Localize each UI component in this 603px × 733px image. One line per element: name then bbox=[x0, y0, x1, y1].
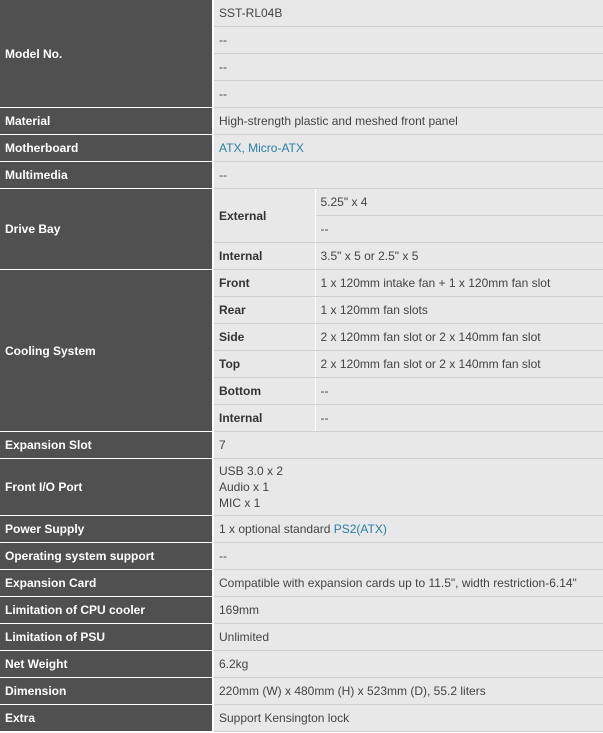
cooling-internal-value: -- bbox=[315, 404, 603, 432]
spec-row-front-io: Front I/O Port USB 3.0 x 2 Audio x 1 MIC… bbox=[0, 458, 603, 516]
model-value: -- bbox=[213, 80, 603, 108]
front-io-label: Front I/O Port bbox=[0, 458, 214, 516]
multimedia-label: Multimedia bbox=[0, 161, 214, 189]
model-label: Model No. bbox=[0, 0, 214, 108]
spec-row-psu-limit: Limitation of PSU Unlimited bbox=[0, 623, 603, 651]
spec-row-extra: Extra Support Kensington lock bbox=[0, 704, 603, 732]
motherboard-label: Motherboard bbox=[0, 134, 214, 162]
material-label: Material bbox=[0, 107, 214, 135]
cooling-top-label: Top bbox=[213, 350, 316, 378]
motherboard-link[interactable]: ATX, Micro-ATX bbox=[219, 141, 304, 155]
expansion-slot-label: Expansion Slot bbox=[0, 431, 214, 459]
spec-row-power-supply: Power Supply 1 x optional standard PS2(A… bbox=[0, 515, 603, 543]
spec-row-cpu-cooler: Limitation of CPU cooler 169mm bbox=[0, 596, 603, 624]
expansion-slot-value: 7 bbox=[213, 431, 603, 459]
os-support-label: Operating system support bbox=[0, 542, 214, 570]
psu-limit-label: Limitation of PSU bbox=[0, 623, 214, 651]
model-value: -- bbox=[213, 53, 603, 81]
psu-limit-value: Unlimited bbox=[213, 623, 603, 651]
os-support-value: -- bbox=[213, 542, 603, 570]
dimension-label: Dimension bbox=[0, 677, 214, 705]
spec-row-os-support: Operating system support -- bbox=[0, 542, 603, 570]
power-supply-value: 1 x optional standard PS2(ATX) bbox=[213, 515, 603, 543]
front-io-line: MIC x 1 bbox=[219, 496, 261, 510]
expansion-card-value: Compatible with expansion cards up to 11… bbox=[213, 569, 603, 597]
spec-row-drive-bay: Drive Bay External 5.25" x 4 bbox=[0, 188, 603, 270]
cooling-side-label: Side bbox=[213, 323, 316, 351]
cooling-side-value: 2 x 120mm fan slot or 2 x 140mm fan slot bbox=[315, 323, 603, 351]
drive-bay-internal-value: 3.5" x 5 or 2.5" x 5 bbox=[315, 242, 603, 270]
spec-row-motherboard: Motherboard ATX, Micro-ATX bbox=[0, 134, 603, 162]
cpu-cooler-label: Limitation of CPU cooler bbox=[0, 596, 214, 624]
net-weight-label: Net Weight bbox=[0, 650, 214, 678]
drive-bay-external-label: External bbox=[213, 188, 316, 243]
model-value: -- bbox=[213, 26, 603, 54]
cpu-cooler-value: 169mm bbox=[213, 596, 603, 624]
spec-row-material: Material High-strength plastic and meshe… bbox=[0, 107, 603, 135]
spec-table: Model No. SST-RL04B -- -- -- Material Hi… bbox=[0, 0, 603, 732]
cooling-front-value: 1 x 120mm intake fan + 1 x 120mm fan slo… bbox=[315, 269, 603, 297]
spec-row-net-weight: Net Weight 6.2kg bbox=[0, 650, 603, 678]
dimension-value: 220mm (W) x 480mm (H) x 523mm (D), 55.2 … bbox=[213, 677, 603, 705]
front-io-line: Audio x 1 bbox=[219, 480, 270, 494]
net-weight-value: 6.2kg bbox=[213, 650, 603, 678]
cooling-front-label: Front bbox=[213, 269, 316, 297]
drive-bay-external-value: -- bbox=[315, 215, 603, 243]
model-value: SST-RL04B bbox=[213, 0, 603, 27]
cooling-rear-label: Rear bbox=[213, 296, 316, 324]
cooling-internal-label: Internal bbox=[213, 404, 316, 432]
extra-value: Support Kensington lock bbox=[213, 704, 603, 732]
spec-row-expansion-slot: Expansion Slot 7 bbox=[0, 431, 603, 459]
motherboard-value: ATX, Micro-ATX bbox=[213, 134, 603, 162]
spec-row-cooling: Cooling System Front 1 x 120mm intake fa… bbox=[0, 269, 603, 432]
spec-row-dimension: Dimension 220mm (W) x 480mm (H) x 523mm … bbox=[0, 677, 603, 705]
spec-row-expansion-card: Expansion Card Compatible with expansion… bbox=[0, 569, 603, 597]
front-io-line: USB 3.0 x 2 bbox=[219, 464, 284, 478]
multimedia-value: -- bbox=[213, 161, 603, 189]
cooling-bottom-value: -- bbox=[315, 377, 603, 405]
front-io-value: USB 3.0 x 2 Audio x 1 MIC x 1 bbox=[213, 458, 603, 516]
power-supply-label: Power Supply bbox=[0, 515, 214, 543]
cooling-label: Cooling System bbox=[0, 269, 214, 432]
drive-bay-external-value: 5.25" x 4 bbox=[315, 188, 603, 216]
cooling-bottom-label: Bottom bbox=[213, 377, 316, 405]
cooling-top-value: 2 x 120mm fan slot or 2 x 140mm fan slot bbox=[315, 350, 603, 378]
cooling-rear-value: 1 x 120mm fan slots bbox=[315, 296, 603, 324]
spec-row-multimedia: Multimedia -- bbox=[0, 161, 603, 189]
power-supply-link[interactable]: PS2(ATX) bbox=[334, 522, 387, 536]
extra-label: Extra bbox=[0, 704, 214, 732]
spec-row-model: Model No. SST-RL04B bbox=[0, 0, 603, 108]
power-supply-text: 1 x optional standard bbox=[219, 522, 334, 536]
drive-bay-internal-label: Internal bbox=[213, 242, 316, 270]
drive-bay-label: Drive Bay bbox=[0, 188, 214, 270]
expansion-card-label: Expansion Card bbox=[0, 569, 214, 597]
material-value: High-strength plastic and meshed front p… bbox=[213, 107, 603, 135]
